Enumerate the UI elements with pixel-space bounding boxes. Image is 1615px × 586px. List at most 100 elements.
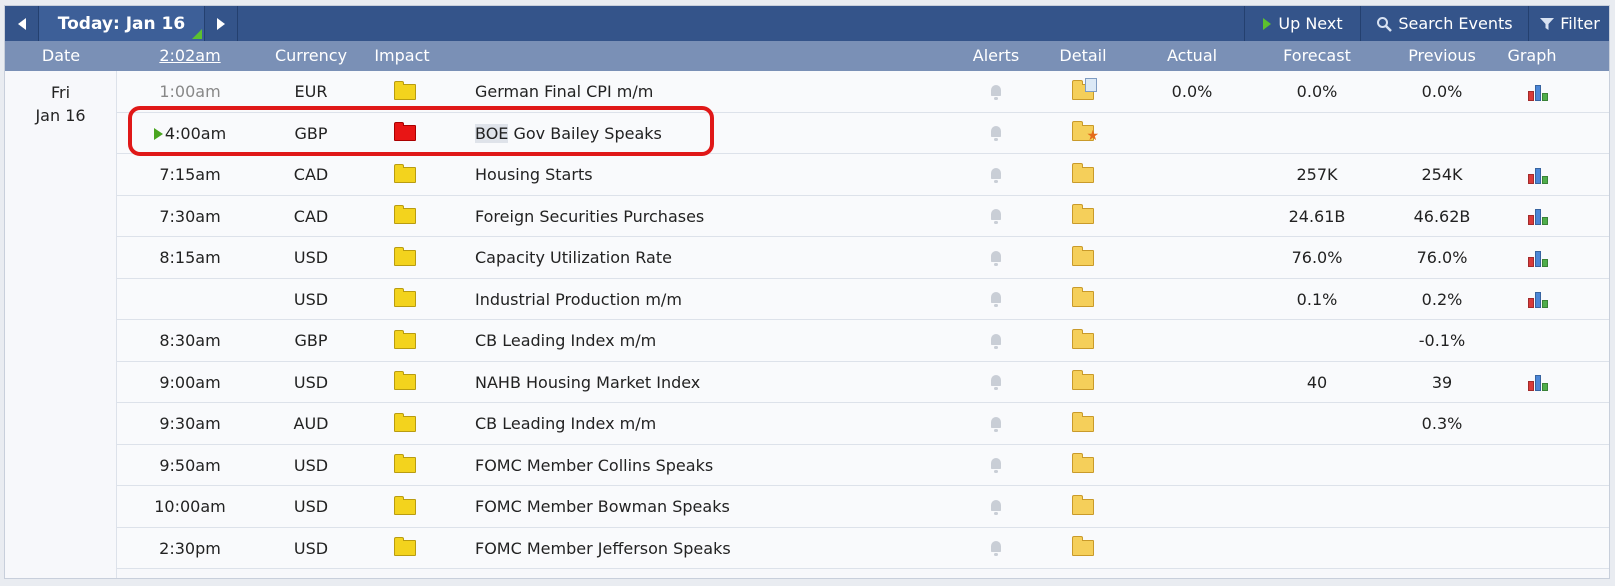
folder-icon[interactable] — [1072, 204, 1094, 224]
impact-high-icon[interactable] — [394, 122, 416, 141]
impact-low-icon[interactable] — [394, 80, 416, 100]
event-title-text: Gov Bailey Speaks — [508, 123, 662, 143]
bell-icon[interactable] — [989, 292, 1003, 307]
bell-icon[interactable] — [989, 541, 1003, 556]
graph-cell — [1512, 237, 1564, 278]
event-title[interactable]: Housing Starts — [475, 154, 975, 195]
event-forecast — [1272, 528, 1362, 569]
filter-button[interactable]: Filter — [1528, 6, 1609, 41]
bar-chart-icon[interactable] — [1527, 249, 1549, 267]
impact-low-icon[interactable] — [394, 537, 416, 556]
header-impact: Impact — [374, 46, 430, 65]
event-title[interactable]: FOMC Member Collins Speaks — [475, 445, 975, 486]
today-button[interactable]: Today: Jan 16 — [39, 6, 205, 41]
event-title[interactable]: Industrial Production m/m — [475, 279, 975, 320]
impact-low-icon[interactable] — [394, 371, 416, 390]
folder-star-icon[interactable] — [1072, 116, 1099, 157]
bar-chart-icon[interactable] — [1527, 207, 1549, 225]
impact-cell — [379, 237, 431, 278]
event-time: 2:30pm — [117, 528, 263, 569]
next-day-button[interactable] — [205, 6, 238, 41]
event-currency: USD — [293, 497, 329, 516]
event-title[interactable]: German Final CPI m/m — [475, 71, 975, 112]
up-next-button[interactable]: Up Next — [1244, 6, 1360, 41]
folder-icon[interactable] — [1072, 162, 1094, 183]
caret-right-icon — [217, 17, 225, 30]
event-currency: USD — [293, 538, 329, 558]
impact-low-icon[interactable] — [394, 246, 416, 266]
event-title[interactable]: BOE Gov Bailey Speaks — [475, 113, 975, 154]
event-title[interactable]: Foreign Securities Purchases — [475, 196, 975, 237]
event-time: 7:15am — [117, 154, 263, 195]
bell-icon[interactable] — [989, 333, 1003, 349]
folder-icon[interactable] — [1072, 370, 1094, 390]
bell-icon[interactable] — [989, 209, 1003, 224]
event-title[interactable]: NAHB Housing Market Index — [475, 362, 975, 403]
event-row[interactable]: 8:15am USD Capacity Utilization Rate 76.0% 7… — [117, 237, 1609, 279]
event-row[interactable]: 7:30am CAD Foreign Securities Purchases 24.… — [117, 195, 1609, 237]
event-actual — [1147, 486, 1237, 527]
event-forecast — [1272, 113, 1362, 154]
impact-low-icon[interactable] — [394, 205, 416, 224]
event-row[interactable]: 4:00am GBP BOE Gov Bailey Speaks — [117, 112, 1609, 157]
alert-cell — [975, 154, 1017, 195]
filter-icon — [1540, 17, 1555, 30]
event-time-label: 4:00am — [164, 123, 227, 143]
folder-icon[interactable] — [1072, 245, 1094, 266]
header-previous: Previous — [1408, 46, 1476, 65]
bell-icon[interactable] — [989, 499, 1003, 515]
bell-icon[interactable] — [989, 250, 1003, 266]
folder-icon[interactable] — [1072, 453, 1094, 473]
header-time[interactable]: 2:02am — [117, 41, 263, 71]
event-row[interactable]: 8:30am GBP CB Leading Index m/m -0.1% — [117, 320, 1609, 362]
folder-icon[interactable] — [1072, 536, 1094, 556]
bar-chart-icon[interactable] — [1527, 83, 1549, 101]
event-row[interactable]: 9:00am USD NAHB Housing Market Index 40 39 — [117, 361, 1609, 403]
folder-icon[interactable] — [1072, 328, 1094, 349]
event-row[interactable]: 7:15am CAD Housing Starts 257K 254K — [117, 154, 1609, 196]
bar-chart-icon[interactable] — [1527, 290, 1549, 308]
impact-low-icon[interactable] — [394, 163, 416, 183]
event-row[interactable]: USD Industrial Production m/m 0.1% 0.2% — [117, 278, 1609, 320]
event-actual — [1147, 237, 1237, 278]
folder-icon[interactable] — [1072, 287, 1094, 307]
event-title[interactable]: Capacity Utilization Rate — [475, 237, 975, 278]
event-title[interactable]: CB Leading Index m/m — [475, 320, 975, 361]
event-title[interactable]: FOMC Member Bowman Speaks — [475, 486, 975, 527]
alert-cell — [975, 113, 1017, 154]
bell-icon[interactable] — [989, 126, 1003, 141]
event-row[interactable]: 2:30pm USD FOMC Member Jefferson Speaks — [117, 527, 1609, 569]
event-previous — [1397, 486, 1487, 527]
bell-icon[interactable] — [989, 167, 1003, 183]
event-row[interactable]: 1:00am EUR German Final CPI m/m 0.0% 0.0% 0.0… — [117, 71, 1609, 113]
event-row[interactable]: 9:30am AUD CB Leading Index m/m 0.3% — [117, 403, 1609, 445]
bar-chart-icon[interactable] — [1527, 373, 1549, 391]
folder-icon[interactable] — [1072, 494, 1094, 515]
impact-low-icon[interactable] — [394, 454, 416, 473]
impact-low-icon[interactable] — [394, 495, 416, 515]
event-title[interactable]: CB Leading Index m/m — [475, 403, 975, 444]
event-title[interactable]: FOMC Member Jefferson Speaks — [475, 528, 975, 569]
event-row[interactable]: 10:00am USD FOMC Member Bowman Speaks — [117, 486, 1609, 528]
event-time-label: 9:30am — [159, 414, 221, 433]
event-currency: GBP — [294, 331, 328, 350]
event-currency: CAD — [293, 165, 329, 184]
search-events-button[interactable]: Search Events — [1360, 6, 1528, 41]
impact-low-icon[interactable] — [394, 288, 416, 307]
impact-low-icon[interactable] — [394, 329, 416, 349]
bell-icon[interactable] — [989, 458, 1003, 473]
event-time-label: 1:00am — [159, 82, 221, 101]
previous-day-button[interactable] — [5, 6, 39, 41]
event-row[interactable]: 9:50am USD FOMC Member Collins Speaks — [117, 444, 1609, 486]
event-title-text: NAHB Housing Market Index — [475, 372, 701, 392]
bell-icon[interactable] — [989, 416, 1003, 432]
event-time: 4:00am — [117, 113, 263, 154]
folder-doc-icon[interactable] — [1072, 77, 1097, 100]
folder-icon[interactable] — [1072, 411, 1094, 432]
bar-chart-icon[interactable] — [1527, 166, 1549, 184]
bell-icon[interactable] — [989, 84, 1003, 100]
event-list: 1:00am EUR German Final CPI m/m 0.0% 0.0% 0.0… — [117, 71, 1609, 569]
event-time: 9:30am — [117, 403, 263, 444]
bell-icon[interactable] — [989, 375, 1003, 390]
impact-low-icon[interactable] — [394, 412, 416, 432]
